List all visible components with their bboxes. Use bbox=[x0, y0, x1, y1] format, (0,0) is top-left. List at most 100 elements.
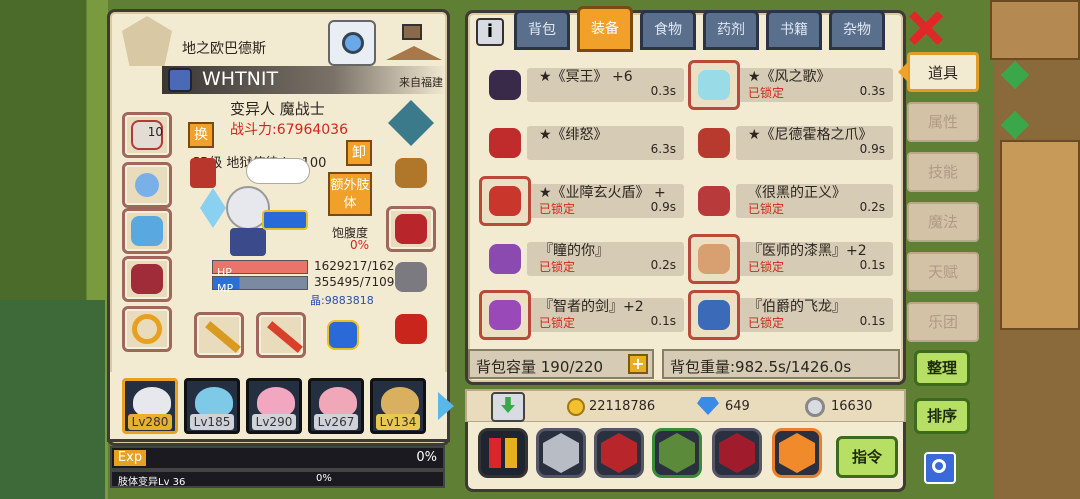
count-pendant-icon bbox=[688, 290, 740, 340]
target-skill-button[interactable] bbox=[712, 428, 762, 478]
red-hat-icon bbox=[688, 176, 740, 226]
tab-food[interactable]: 食物 bbox=[640, 10, 696, 50]
item-row[interactable]: 『伯爵的飞龙』 已锁定 0.1s bbox=[688, 290, 893, 340]
limb-exp-label: 肢体变异Lv 36 bbox=[118, 477, 186, 488]
tab-books[interactable]: 书籍 bbox=[766, 10, 822, 50]
weapon-slot-2[interactable] bbox=[256, 312, 306, 358]
item-locked: 已锁定 bbox=[539, 316, 576, 330]
party-member-2[interactable]: Lv185 bbox=[184, 378, 240, 434]
item-row[interactable]: 《很黑的正义》 已锁定 0.2s bbox=[688, 176, 893, 226]
question-icon bbox=[402, 24, 422, 40]
demon-skill-button[interactable] bbox=[594, 428, 644, 478]
party-member-4[interactable]: Lv267 bbox=[308, 378, 364, 434]
expand-capacity-button[interactable]: + bbox=[628, 354, 648, 374]
info-button[interactable]: i bbox=[476, 18, 504, 46]
command-button[interactable]: 指令 bbox=[836, 436, 898, 478]
wardrobe-button[interactable] bbox=[384, 22, 444, 66]
sort-button[interactable]: 排序 bbox=[914, 398, 970, 434]
treasure-button[interactable] bbox=[772, 428, 822, 478]
item-row[interactable]: 『瞳的你』 已锁定 0.2s bbox=[479, 234, 684, 284]
party-member-5-avatar bbox=[381, 387, 419, 417]
search-icon bbox=[932, 459, 946, 473]
gold-amount: 22118786 bbox=[589, 399, 656, 414]
belt-slot[interactable] bbox=[386, 206, 436, 252]
tab-misc[interactable]: 杂物 bbox=[829, 10, 885, 50]
close-button[interactable] bbox=[908, 10, 944, 46]
boots-slot[interactable] bbox=[386, 254, 436, 300]
capacity-box: 背包容量 190/220 + bbox=[468, 349, 654, 379]
party-member-2-avatar bbox=[195, 387, 233, 417]
weapon-skill-button[interactable] bbox=[652, 428, 702, 478]
item-row[interactable]: ★《尼德霍格之爪》 0.9s bbox=[688, 118, 893, 168]
spear-icon bbox=[267, 321, 303, 353]
relic-slot[interactable] bbox=[386, 306, 436, 352]
diamond-amount: 649 bbox=[725, 399, 750, 414]
search-button[interactable] bbox=[924, 452, 956, 484]
player-name: WHTNIT bbox=[202, 68, 279, 90]
item-row[interactable]: 『医师的漆黑』+2 已锁定 0.1s bbox=[688, 234, 893, 284]
mp-bar: MP bbox=[212, 276, 308, 295]
sidetab-attributes[interactable]: 属性 bbox=[907, 102, 979, 142]
item-weight: 0.2s bbox=[859, 200, 885, 214]
quick-slot-button[interactable] bbox=[478, 428, 528, 478]
party-next-arrow-icon[interactable] bbox=[438, 392, 454, 420]
realm-title: 地之欧巴德斯 bbox=[182, 41, 266, 57]
weapon-slot-1[interactable] bbox=[194, 312, 244, 358]
halberd-icon bbox=[659, 433, 695, 473]
tab-backpack[interactable]: 背包 bbox=[514, 10, 570, 50]
sidetab-skills[interactable]: 技能 bbox=[907, 152, 979, 192]
item-row[interactable]: ★《业障玄火盾》 + 已锁定 0.9s bbox=[479, 176, 684, 226]
party-member-5[interactable]: Lv134 bbox=[370, 378, 426, 434]
necklace-icon bbox=[135, 173, 159, 197]
party-member-3[interactable]: Lv290 bbox=[246, 378, 302, 434]
item-weight: 0.1s bbox=[859, 258, 885, 272]
diamond-icon bbox=[697, 397, 719, 415]
item-name: ★《冥王》 +6 bbox=[539, 69, 633, 85]
crimson-armor-icon bbox=[479, 118, 531, 168]
origin-label: 来自福建 bbox=[399, 76, 443, 89]
sidetab-items[interactable]: 道具 bbox=[907, 52, 979, 92]
gold-armor-icon bbox=[395, 158, 427, 188]
emblem-slot[interactable] bbox=[388, 100, 434, 146]
limb-exp-bar: 肢体变异Lv 36 0% bbox=[110, 470, 445, 488]
helmet-badge: 10 bbox=[147, 125, 163, 139]
tab-potion[interactable]: 药剂 bbox=[703, 10, 759, 50]
organize-button[interactable]: 整理 bbox=[914, 350, 970, 386]
item-row[interactable]: ★《绯怒》 6.3s bbox=[479, 118, 684, 168]
tab-equipment[interactable]: 装备 bbox=[577, 6, 633, 52]
iron-boots-icon bbox=[395, 262, 427, 292]
item-row[interactable]: ★《冥王》 +6 0.3s bbox=[479, 60, 684, 110]
party-member-1-avatar bbox=[133, 387, 171, 417]
purple-hat-icon bbox=[479, 234, 531, 284]
shoulder-slot[interactable] bbox=[122, 208, 172, 254]
red-belt-icon bbox=[395, 214, 427, 244]
party-member-1[interactable]: Lv280 bbox=[122, 378, 178, 434]
item-name: 『医师的漆黑』+2 bbox=[748, 243, 867, 259]
armor-slot[interactable] bbox=[386, 150, 436, 196]
download-arrow-icon bbox=[501, 397, 515, 413]
hanger-icon bbox=[386, 46, 442, 60]
dark-helm-icon bbox=[479, 60, 531, 110]
party-member-5-level: Lv134 bbox=[376, 414, 420, 430]
item-weight: 0.1s bbox=[650, 314, 676, 328]
gauntlet-slot[interactable] bbox=[122, 256, 172, 302]
ring-slot[interactable] bbox=[122, 306, 172, 352]
favorite-button[interactable] bbox=[536, 428, 586, 478]
helmet-slot[interactable]: 10 bbox=[122, 112, 172, 158]
sidetab-magic[interactable]: 魔法 bbox=[907, 202, 979, 242]
ice-crystal-icon bbox=[200, 188, 226, 228]
item-weight: 0.9s bbox=[859, 142, 885, 156]
item-name: 『瞳的你』 bbox=[539, 243, 609, 259]
extra-limb-button[interactable]: 额外肢体 bbox=[328, 172, 372, 216]
portal-button[interactable] bbox=[328, 20, 376, 66]
unequip-button[interactable]: 卸 bbox=[346, 140, 372, 166]
sidetab-talent[interactable]: 天赋 bbox=[907, 252, 979, 292]
weapon-slot-3[interactable] bbox=[318, 312, 368, 358]
item-row[interactable]: ★《风之歌》 已锁定 0.3s bbox=[688, 60, 893, 110]
sidetab-band[interactable]: 乐团 bbox=[907, 302, 979, 342]
swap-button[interactable]: 换 bbox=[188, 122, 214, 148]
necklace-slot[interactable] bbox=[122, 162, 172, 208]
item-row[interactable]: 『智者的剑』+2 已锁定 0.1s bbox=[479, 290, 684, 340]
storage-button[interactable] bbox=[491, 392, 525, 422]
avatar-body bbox=[230, 228, 266, 256]
